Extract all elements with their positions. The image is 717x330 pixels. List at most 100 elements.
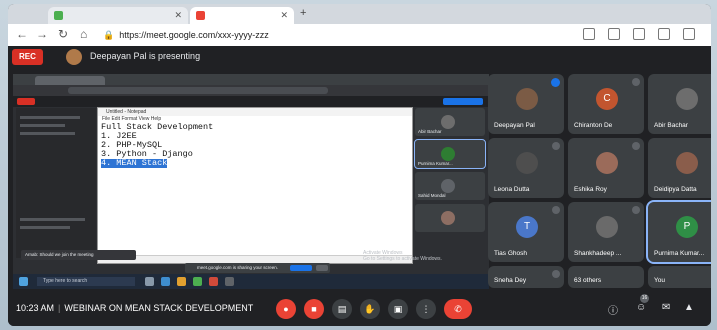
browser-tab-1[interactable]: ✕ [48,7,188,24]
self-tile[interactable]: You [648,266,711,288]
mic-toggle-button[interactable]: ● [276,299,296,319]
reload-icon[interactable]: ↻ [58,27,68,41]
present-button[interactable]: ▣ [388,299,408,319]
activate-windows-watermark: Activate Windows Go to Settings to activ… [363,250,442,262]
shared-rec-badge [17,98,35,105]
screen-cast-icon[interactable] [583,28,595,40]
participant-tile[interactable]: T Tias Ghosh [488,202,564,262]
people-count-badge: 16 [640,294,649,303]
thumb-name: Sahid Mondal [418,193,446,198]
participant-name: Sneha Dey [494,277,527,284]
back-icon[interactable]: ← [16,27,28,41]
collections-icon[interactable] [658,28,670,40]
stop-sharing-button[interactable] [290,265,312,271]
chat-icon[interactable]: ✉ [662,302,670,313]
meeting-controls: 10:23 AM | WEBINAR ON MEAN STACK DEVELOPME… [8,291,711,326]
windows-start-icon [19,277,28,286]
shared-tab-bar [13,74,489,85]
participant-avatar [596,152,618,174]
new-tab-icon[interactable]: + [300,7,306,19]
meet-favicon-icon [196,11,205,20]
participant-avatar [516,152,538,174]
presenter-bar: REC Deepayan Pal is presenting [8,46,711,68]
participant-tile[interactable]: Leona Dutta [488,138,564,198]
browser-tab-2[interactable]: ✕ [190,7,294,24]
close-tab-icon[interactable]: ✕ [174,7,182,24]
participant-name: Chiranton De [574,122,613,129]
meeting-time: 10:23 AM [16,303,55,313]
participant-tile[interactable]: Shankhadeep ... [568,202,644,262]
thumb-avatar [441,179,455,193]
meeting-info: 10:23 AM | WEBINAR ON MEAN STACK DEVELOPME… [16,303,253,313]
participant-avatar: C [596,88,618,110]
others-count: 63 others [574,277,602,284]
text-line [20,124,65,127]
browser-tab-bar: ✕ ✕ + [8,4,711,24]
shared-url [68,87,328,94]
participant-avatar [516,88,538,110]
lock-icon: 🔒 [103,30,115,40]
tab-favicon-icon [54,11,63,20]
raise-hand-button[interactable]: ✋ [360,299,380,319]
url-text: https://meet.google.com/xxx-yyyy-zzz [119,30,269,40]
participant-avatar: T [516,216,538,238]
url-field[interactable]: 🔒 https://meet.google.com/xxx-yyyy-zzz [103,28,543,42]
profile-icon[interactable] [683,28,695,40]
people-icon[interactable]: ☺ [636,302,646,313]
thumb-avatar [441,211,455,225]
home-icon[interactable]: ⌂ [80,27,87,41]
address-bar: ← → ↻ ⌂ 🔒 https://meet.google.com/xxx-yyy… [8,24,711,47]
mic-off-icon [552,142,560,150]
text-line [20,226,70,229]
thumb-name: Abir Bachar [418,129,442,134]
notepad-text-area[interactable]: Full Stack Development 1. J2EE 2. PHP-My… [101,123,213,168]
participant-name: Deepayan Pal [494,122,535,129]
shared-thumb: Abir Bachar [415,108,485,136]
mic-off-icon [552,270,560,278]
shared-left-panel [16,108,96,258]
info-icon[interactable]: ⓘ [608,302,618,317]
recording-badge: REC [12,49,43,65]
participant-tile[interactable]: P Purnima Kumar... [646,200,711,264]
participant-tile[interactable]: Abir Bachar [648,74,711,134]
notepad-title: Untitled - Notepad [98,108,412,116]
thumb-avatar [441,147,455,161]
mic-off-icon [632,206,640,214]
participant-tile[interactable]: C Chiranton De [568,74,644,134]
hide-banner-button[interactable] [316,265,328,271]
edge-icon [161,277,170,286]
captions-button[interactable]: ▤ [332,299,352,319]
activities-icon[interactable]: ▲ [684,302,694,313]
more-options-button[interactable]: ⋮ [416,299,436,319]
shared-thumb: Purnima Kumar... [414,139,486,169]
shared-thumb: Sahid Mondal [415,172,485,200]
participant-avatar [676,152,698,174]
browser-window: ✕ ✕ + ← → ↻ ⌂ 🔒 https://meet.google.com/x… [8,4,711,326]
shared-thumb [415,204,485,232]
mic-off-icon [632,142,640,150]
shared-windows-taskbar: Type here to search [13,274,489,289]
thumb-avatar [441,115,455,129]
shared-tab [35,76,105,85]
participant-avatar [596,216,618,238]
notepad-window: Untitled - Notepad File Edit Format View… [97,107,413,264]
participant-name: Deidipya Datta [654,186,697,193]
shared-presenting-badge [443,98,483,105]
favorites-icon[interactable] [633,28,645,40]
participant-tile[interactable]: Deepayan Pal [488,74,564,134]
presenter-avatar [66,49,82,65]
others-tile[interactable]: 63 others [568,266,644,288]
participant-avatar: P [676,216,698,238]
participant-name: Leona Dutta [494,186,530,193]
close-tab-icon[interactable]: ✕ [280,7,288,24]
separator: | [58,303,61,313]
leave-call-button[interactable]: ✆ [444,299,472,319]
sharing-banner-text: meet.google.com is sharing your screen. [197,265,279,270]
forward-icon[interactable]: → [36,27,48,41]
participant-tile[interactable]: Sneha Dey [488,266,564,288]
participant-tile[interactable]: Eshika Roy [568,138,644,198]
participant-tile[interactable]: Deidipya Datta [648,138,711,198]
participant-name: Abir Bachar [654,122,688,129]
camera-toggle-button[interactable]: ■ [304,299,324,319]
extension-icon[interactable] [608,28,620,40]
